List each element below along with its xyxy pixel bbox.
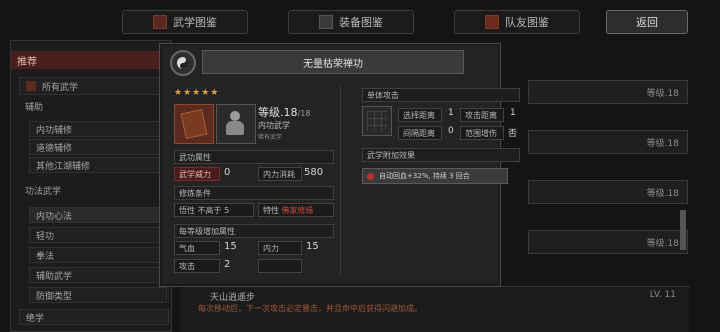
list-item[interactable]: 等级.18	[528, 80, 688, 104]
cond-row: 悟性 不高于 5	[174, 203, 254, 217]
attr-power-label: 武学威力	[174, 167, 220, 181]
sidebar-item[interactable]: 拳法	[29, 247, 167, 263]
list-item[interactable]: 等级.18	[528, 130, 688, 154]
back-label: 返回	[636, 16, 658, 29]
sidebar-item[interactable]: 内功心法	[29, 207, 167, 223]
range-interval-label: 间隔距离	[398, 126, 442, 140]
sidebar-item[interactable]: 辅助武学	[29, 267, 167, 283]
entry-desc: 每次移动后，下一次攻击必定暴击，并且命中后获得闪避加成。	[198, 304, 422, 313]
per-level-hp-value: 15	[224, 241, 237, 252]
entry-level: LV. 11	[649, 290, 676, 300]
scroll-icon	[26, 81, 36, 91]
range-select-label: 选择距离	[398, 108, 442, 122]
sidebar-item[interactable]: 防御类型	[29, 287, 167, 303]
category-sidebar: 推荐 所有武学 辅助 内功辅修 道德辅修 其他江湖辅修 功法武学 内功心法 轻功…	[10, 40, 177, 332]
back-button[interactable]: 返回	[606, 10, 688, 34]
per-level-mp-label: 内力	[258, 241, 302, 255]
cond-row: 特性 佛家修缘	[258, 203, 334, 217]
list-item[interactable]: 等级.18	[528, 180, 688, 204]
yin-yang-icon	[170, 50, 196, 76]
category-title: 功法武学	[25, 186, 62, 197]
sidebar-header[interactable]: 推荐	[11, 51, 177, 69]
modal-divider	[340, 86, 341, 276]
attr-title: 武功属性	[174, 150, 334, 164]
bottom-entry[interactable]: 天山逍遥步 LV. 11 每次移动后，下一次攻击必定暴击，并且命中后获得闪避加成…	[180, 286, 690, 332]
range-grid-icon	[362, 106, 392, 136]
per-level-atk-value: 2	[224, 259, 231, 270]
per-level-title: 每等级增加属性	[174, 224, 334, 238]
per-level-mp-value: 15	[306, 241, 319, 252]
range-interval-value: 0	[448, 126, 454, 136]
skill-detail-modal: 无量枯荣禅功 ★★★★★ 等级.18/18 内功武学 稀有武学 武功属性 武学威…	[160, 44, 520, 286]
skill-book-icon	[174, 104, 214, 144]
skill-category: 内功武学	[258, 121, 290, 130]
sidebar-item-all[interactable]: 所有武学	[19, 77, 169, 95]
sidebar-item[interactable]: 其他江湖辅修	[29, 157, 167, 173]
modal-title: 无量枯荣禅功	[202, 50, 464, 74]
sidebar-item[interactable]: 轻功	[29, 227, 167, 243]
tab-martial-arts[interactable]: 武学图鉴	[122, 10, 248, 34]
range-aoe-label: 范围增伤	[460, 126, 504, 140]
cond-title: 修炼条件	[174, 186, 334, 200]
sidebar-item[interactable]: 内功辅修	[29, 121, 167, 137]
attr-mp-cost-value: 580	[304, 167, 324, 178]
heart-icon	[367, 173, 374, 180]
sidebar-item[interactable]: 道德辅修	[29, 139, 167, 155]
range-attack-label: 攻击距离	[460, 108, 504, 122]
entry-name: 天山逍遥步	[210, 293, 256, 303]
armor-icon	[319, 15, 333, 29]
attr-mp-cost-label: 内力消耗	[258, 167, 302, 181]
tab-teammates[interactable]: 队友图鉴	[454, 10, 580, 34]
range-select-value: 1	[448, 108, 454, 118]
martial-arts-book-icon	[153, 15, 167, 29]
tab-label: 装备图鉴	[339, 16, 383, 29]
effect-row[interactable]: 自动回血+32%, 持续 3 回合	[362, 168, 508, 184]
level-label: 等级.18/18	[258, 106, 311, 119]
meditating-monk-icon	[216, 104, 256, 144]
range-attack-value: 1	[510, 108, 516, 118]
range-aoe-value: 否	[508, 129, 518, 139]
tab-equipment[interactable]: 装备图鉴	[288, 10, 414, 34]
per-level-hp-label: 气血	[174, 241, 220, 255]
attack-type: 单体攻击	[362, 88, 520, 102]
per-level-empty	[258, 259, 302, 273]
effect-title: 武学附加效果	[362, 148, 520, 162]
category-title: 辅助	[25, 102, 44, 113]
demon-mask-icon	[485, 15, 499, 29]
list-item[interactable]: 等级.18	[528, 230, 688, 254]
sidebar-item-footer[interactable]: 绝学	[19, 309, 169, 325]
skill-tag: 稀有武学	[258, 134, 283, 141]
per-level-atk-label: 攻击	[174, 259, 220, 273]
tab-label: 队友图鉴	[505, 16, 549, 29]
rarity-stars: ★★★★★	[174, 88, 220, 98]
attr-power-value: 0	[224, 167, 231, 178]
list-scrollbar[interactable]	[680, 210, 686, 250]
tab-label: 武学图鉴	[173, 16, 217, 29]
